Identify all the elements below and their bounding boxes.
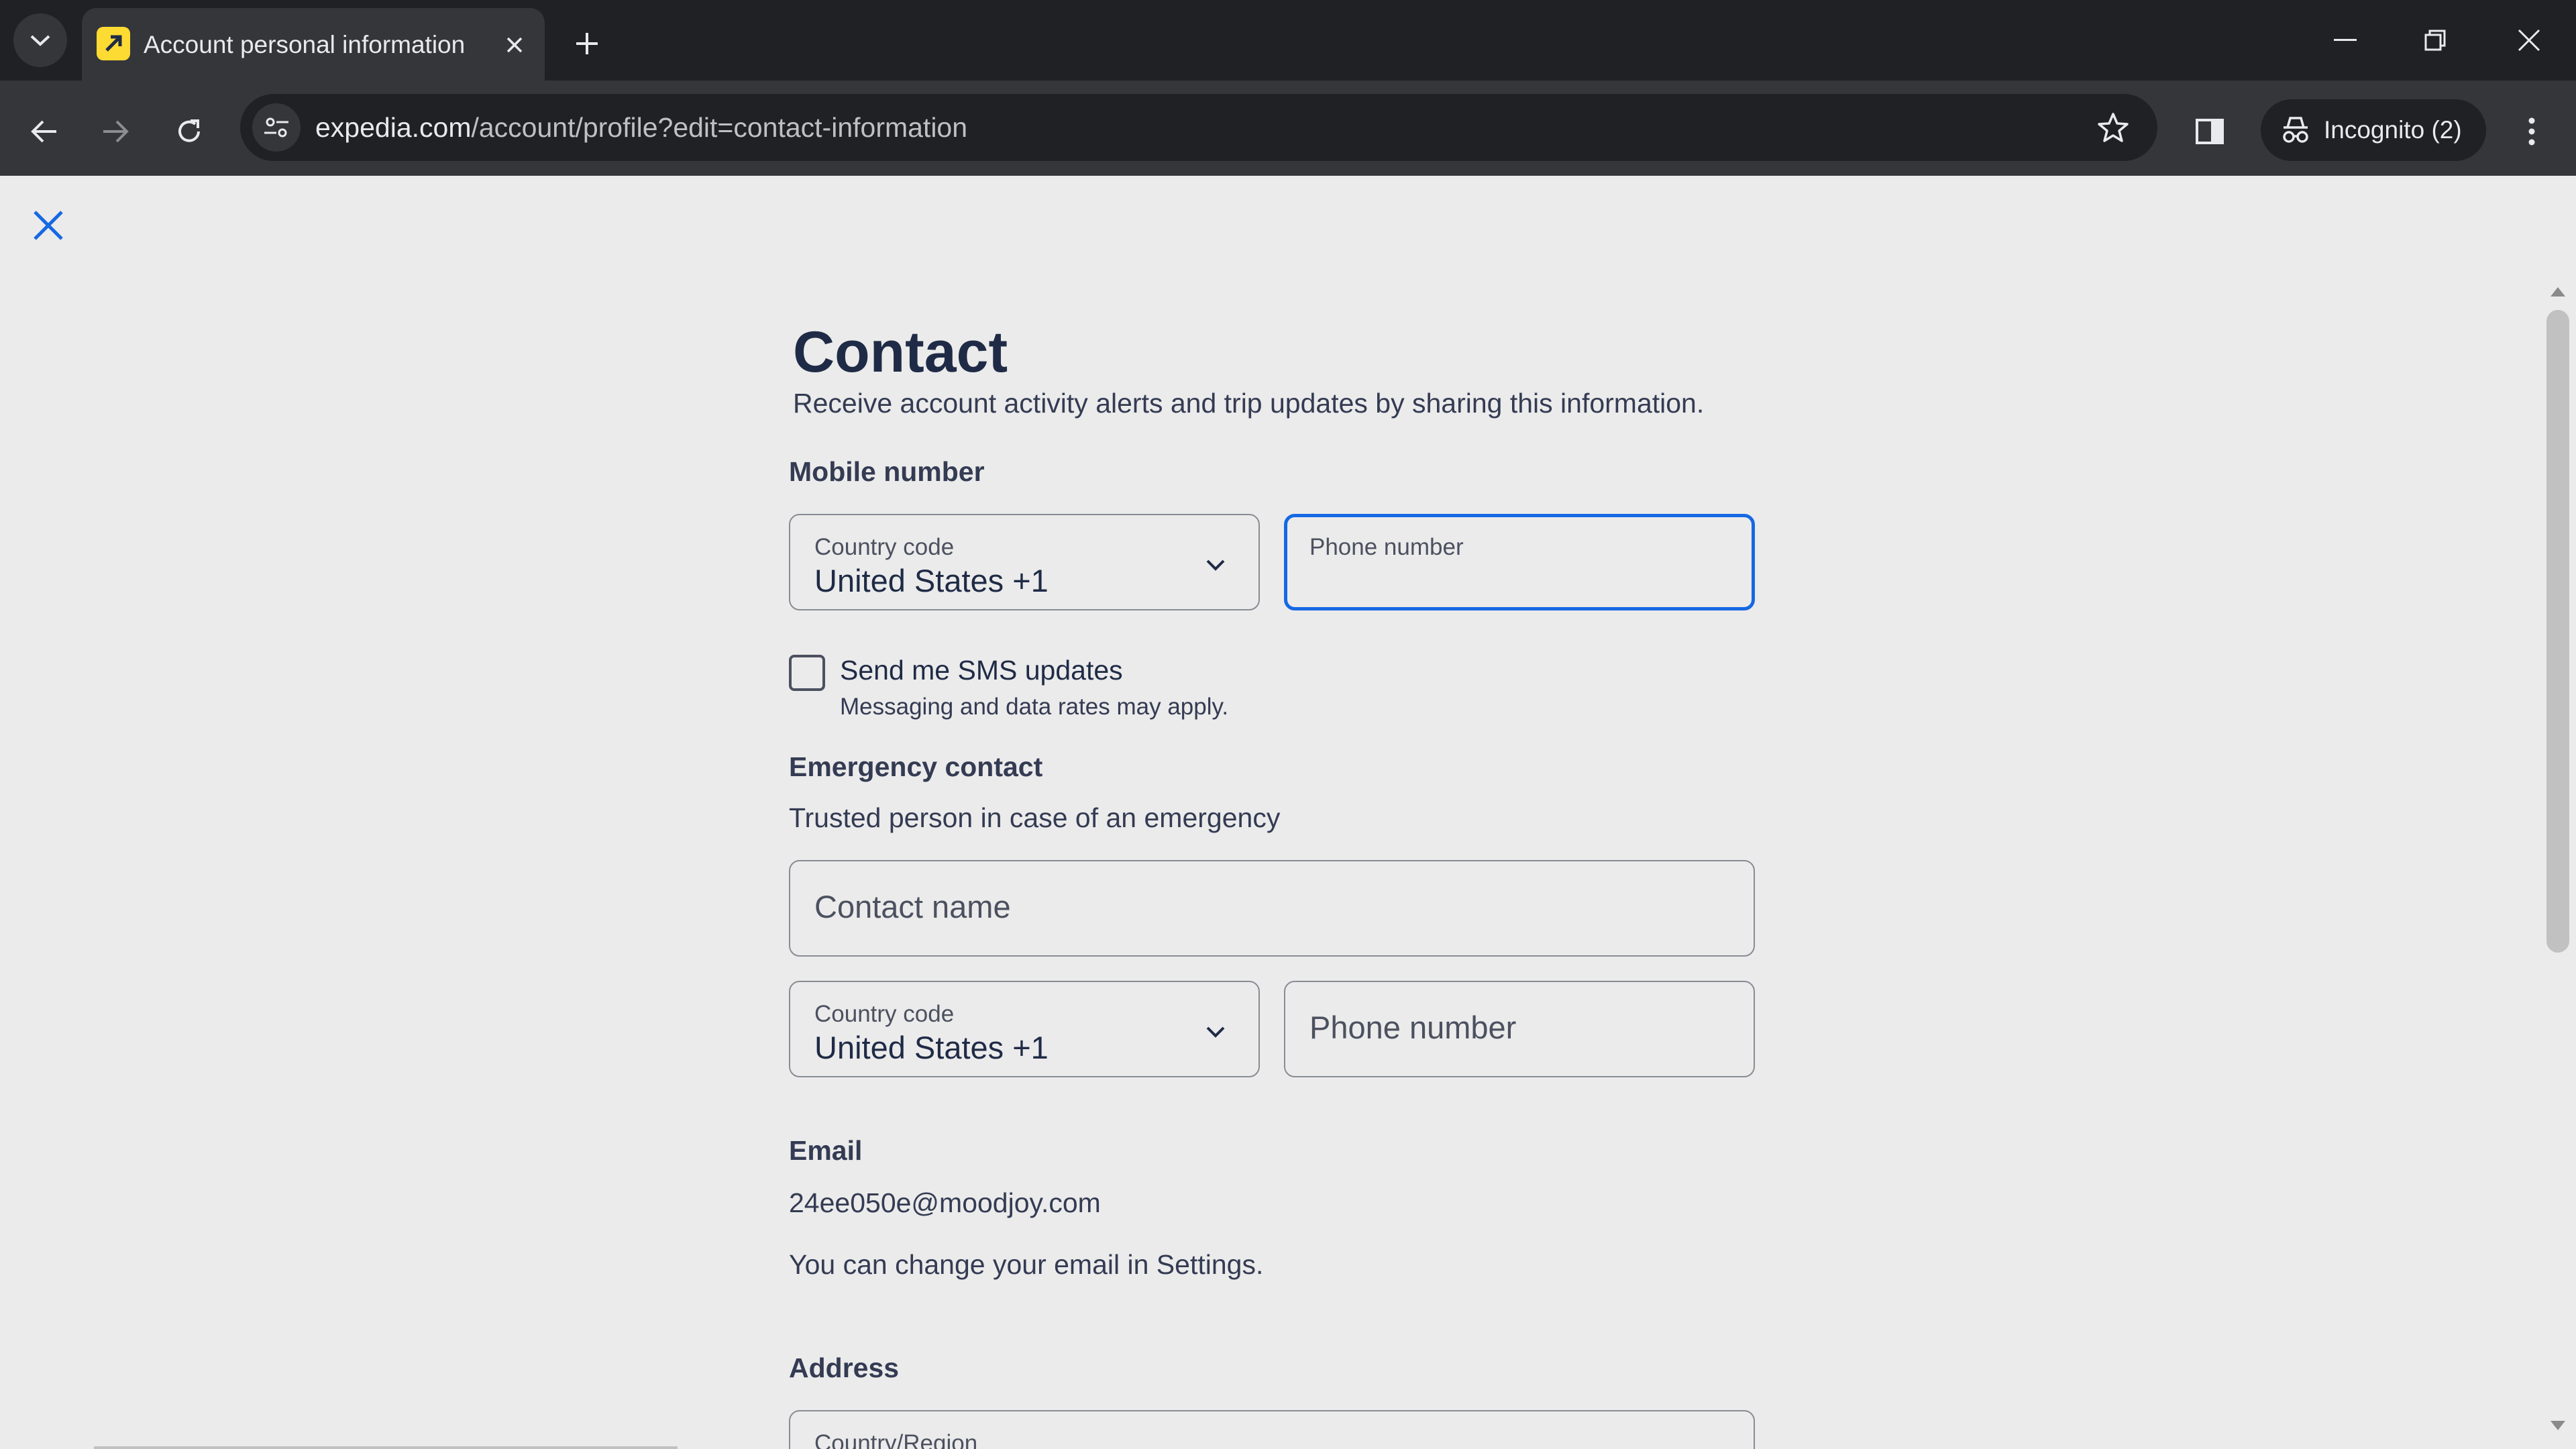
field-label: Country code <box>814 1001 955 1027</box>
field-label: Phone number <box>1309 534 1464 560</box>
close-icon <box>506 37 523 53</box>
emergency-country-code-select[interactable]: Country code United States +1 <box>789 981 1260 1077</box>
back-icon <box>31 120 56 143</box>
star-icon <box>2098 113 2129 142</box>
incognito-label: Incognito (2) <box>2324 116 2462 144</box>
sms-updates-checkbox[interactable] <box>789 655 825 691</box>
reload-button[interactable] <box>162 105 216 158</box>
field-value: United States +1 <box>814 1030 1049 1065</box>
incognito-button[interactable]: Incognito (2) <box>2261 99 2486 161</box>
url-path: /account/profile?edit=contact-informatio… <box>471 112 968 143</box>
mobile-country-code-select[interactable]: Country code United States +1 <box>789 514 1260 610</box>
scroll-down-icon[interactable] <box>2551 1421 2565 1430</box>
contact-name-input[interactable]: Contact name <box>789 860 1755 957</box>
browser-toolbar: expedia.com/account/profile?edit=contact… <box>0 80 2576 176</box>
sms-updates-hint: Messaging and data rates may apply. <box>840 694 1229 720</box>
bookmark-button[interactable] <box>2089 103 2137 152</box>
close-icon <box>34 211 63 240</box>
email-settings-note: You can change your email in Settings. <box>789 1249 1264 1280</box>
url-host: expedia.com <box>315 112 472 143</box>
sms-updates-label[interactable]: Send me SMS updates <box>840 655 1123 686</box>
browser-menu-button[interactable] <box>2505 105 2559 158</box>
forward-button[interactable] <box>89 105 142 158</box>
emergency-contact-description: Trusted person in case of an emergency <box>789 802 1281 833</box>
page-title: Contact <box>793 320 1008 384</box>
field-value: United States +1 <box>814 563 1049 598</box>
email-heading: Email <box>789 1135 863 1166</box>
horizontal-scrollbar-thumb[interactable] <box>94 1446 678 1449</box>
page-content: Contact Receive account activity alerts … <box>0 176 2576 1449</box>
minimize-icon <box>2334 39 2357 41</box>
mobile-number-heading: Mobile number <box>789 456 985 487</box>
scroll-up-icon[interactable] <box>2551 287 2565 297</box>
plus-icon <box>576 33 598 54</box>
address-bar[interactable]: expedia.com/account/profile?edit=contact… <box>240 94 2157 161</box>
restore-button[interactable] <box>2402 13 2469 67</box>
emergency-contact-heading: Emergency contact <box>789 751 1043 782</box>
expedia-favicon-icon <box>97 27 130 60</box>
back-button[interactable] <box>17 105 71 158</box>
close-icon <box>2518 29 2540 52</box>
scrollbar-thumb[interactable] <box>2546 310 2569 953</box>
tab-close-button[interactable] <box>498 28 531 62</box>
address-heading: Address <box>789 1352 900 1383</box>
site-info-button[interactable] <box>252 103 301 152</box>
country-region-select[interactable]: Country/Region <box>789 1410 1755 1449</box>
chevron-down-icon <box>1202 551 1229 578</box>
field-placeholder: Contact name <box>814 889 1011 924</box>
site-settings-icon <box>264 117 288 138</box>
field-label: Country code <box>814 534 955 560</box>
incognito-icon <box>2283 117 2308 143</box>
new-tab-button[interactable] <box>564 20 610 67</box>
tab-strip: Account personal information <box>0 0 2576 80</box>
window-close-button[interactable] <box>2496 13 2563 67</box>
page-scrollbar[interactable] <box>2541 276 2571 1449</box>
email-value: 24ee050e@moodjoy.com <box>789 1187 1101 1218</box>
forward-icon <box>103 120 129 143</box>
side-panel-button[interactable] <box>2183 105 2237 158</box>
tab-search-button[interactable] <box>13 13 67 67</box>
reload-icon <box>178 119 200 142</box>
mobile-phone-number-input[interactable]: Phone number <box>1284 514 1755 610</box>
close-dialog-button[interactable] <box>25 203 71 248</box>
tab-search-icon <box>30 35 50 46</box>
emergency-phone-number-input[interactable]: Phone number <box>1284 981 1755 1077</box>
more-vert-icon <box>2528 117 2535 146</box>
minimize-button[interactable] <box>2312 13 2379 67</box>
page-subtitle: Receive account activity alerts and trip… <box>793 388 1705 419</box>
field-placeholder: Phone number <box>1309 1010 1517 1045</box>
url-text: expedia.com/account/profile?edit=contact… <box>315 94 967 161</box>
field-label: Country/Region <box>814 1430 978 1449</box>
side-panel-icon <box>2196 119 2224 144</box>
tab-title: Account personal information <box>144 31 466 58</box>
chevron-down-icon <box>1202 1018 1229 1045</box>
restore-icon <box>2424 30 2446 51</box>
browser-tab-active[interactable]: Account personal information <box>82 8 545 80</box>
